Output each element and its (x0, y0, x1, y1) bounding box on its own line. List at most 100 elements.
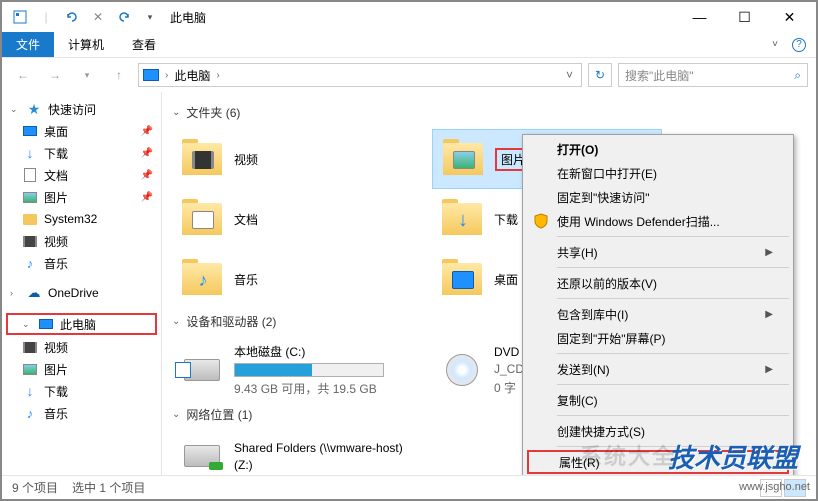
expand-icon[interactable]: ⌄ (22, 319, 32, 330)
music-icon: ♪ (22, 256, 38, 270)
chevron-down-icon: ⌄ (172, 107, 180, 118)
sidebar-label: 快速访问 (48, 101, 96, 118)
group-folders[interactable]: ⌄文件夹 (6) (172, 104, 816, 121)
network-sub: (Z:) (234, 458, 403, 472)
folder-icon: ↓ (440, 199, 484, 239)
menu-create-shortcut[interactable]: 创建快捷方式(S) (525, 419, 791, 443)
address-dropdown-icon[interactable]: ˅ (562, 68, 577, 82)
menu-defender-scan[interactable]: 使用 Windows Defender扫描... (525, 209, 791, 233)
menu-separator (557, 298, 789, 299)
sidebar-item-documents[interactable]: 文档📌 (2, 164, 161, 186)
network-label: Shared Folders (\\vmware-host) (234, 441, 403, 455)
cloud-icon: ☁ (26, 286, 42, 300)
quick-access-toolbar: | ✕ ▾ (6, 7, 160, 27)
sidebar-item-downloads[interactable]: ↓下载📌 (2, 142, 161, 164)
menu-pin-start[interactable]: 固定到"开始"屏幕(P) (525, 326, 791, 350)
drive-item-c[interactable]: 本地磁盘 (C:) 9.43 GB 可用，共 19.5 GB (172, 338, 402, 402)
music-icon: ♪ (22, 406, 38, 420)
drive-label: 本地磁盘 (C:) (234, 343, 384, 360)
sidebar-onedrive[interactable]: ›☁OneDrive (2, 282, 161, 304)
menu-separator (557, 353, 789, 354)
star-icon: ★ (26, 102, 42, 116)
drive-sub: J_CD (494, 362, 524, 376)
folder-icon (180, 199, 224, 239)
download-icon: ↓ (22, 146, 38, 160)
undo-icon[interactable] (62, 7, 82, 27)
view-tiles-button[interactable] (784, 479, 806, 497)
submenu-arrow-icon: ▶ (765, 309, 773, 320)
shield-icon (533, 213, 549, 229)
refresh-button[interactable]: ↻ (588, 63, 612, 87)
up-button[interactable]: ↑ (106, 62, 132, 88)
minimize-button[interactable]: — (677, 2, 722, 32)
recent-dropdown[interactable]: ▾ (74, 62, 100, 88)
chevron-down-icon: ⌄ (172, 409, 180, 420)
maximize-button[interactable]: ☐ (722, 2, 767, 32)
sidebar-item-videos[interactable]: 视频 (2, 336, 161, 358)
menu-send-to[interactable]: 发送到(N)▶ (525, 357, 791, 381)
breadcrumb[interactable]: 此电脑 (174, 67, 210, 84)
view-details-button[interactable] (760, 479, 782, 497)
sidebar-item-desktop[interactable]: 桌面📌 (2, 120, 161, 142)
expand-icon[interactable]: ⌄ (10, 104, 20, 115)
ribbon-expand-icon[interactable]: ˅ (772, 39, 778, 50)
menu-separator (557, 236, 789, 237)
close-button[interactable]: ✕ (767, 2, 812, 32)
sidebar-item-music[interactable]: ♪音乐 (2, 252, 161, 274)
picture-icon (23, 192, 37, 203)
tab-computer[interactable]: 计算机 (54, 32, 118, 57)
sidebar-item-pictures[interactable]: 图片📌 (2, 186, 161, 208)
redo-icon[interactable]: ✕ (88, 7, 108, 27)
menu-open-new-window[interactable]: 在新窗口中打开(E) (525, 161, 791, 185)
tab-file[interactable]: 文件 (2, 32, 54, 57)
video-icon (23, 236, 37, 247)
sidebar-item-downloads[interactable]: ↓下载 (2, 380, 161, 402)
status-bar: 9 个项目 选中 1 个项目 (2, 475, 816, 499)
folder-icon (180, 139, 224, 179)
folder-item-videos[interactable]: 视频 (172, 129, 402, 189)
expand-icon[interactable]: › (10, 288, 20, 298)
menu-separator (557, 446, 789, 447)
menu-open[interactable]: 打开(O) (525, 137, 791, 161)
help-icon[interactable]: ? (792, 38, 806, 52)
search-input[interactable]: 搜索"此电脑" ⌕ (618, 63, 808, 87)
sidebar-item-music[interactable]: ♪音乐 (2, 402, 161, 424)
chevron-right-icon[interactable]: › (216, 70, 219, 81)
pin-icon: 📌 (141, 170, 153, 181)
qat-dropdown-icon[interactable]: ▾ (140, 7, 160, 27)
divider-icon: | (36, 7, 56, 27)
titlebar: | ✕ ▾ 此电脑 — ☐ ✕ (2, 2, 816, 32)
forward-button[interactable]: → (42, 62, 68, 88)
chevron-right-icon[interactable]: › (165, 70, 168, 81)
window-controls: — ☐ ✕ (677, 2, 812, 32)
menu-separator (557, 267, 789, 268)
ribbon: 文件 计算机 查看 ˅ ? (2, 32, 816, 58)
sidebar-item-system32[interactable]: System32 (2, 208, 161, 230)
menu-separator (557, 415, 789, 416)
navigation-pane: ⌄ ★ 快速访问 桌面📌 ↓下载📌 文档📌 图片📌 System32 视频 ♪音… (2, 92, 162, 478)
sidebar-quick-access[interactable]: ⌄ ★ 快速访问 (2, 98, 161, 120)
folder-item-documents[interactable]: 文档 (172, 189, 402, 249)
network-item[interactable]: Shared Folders (\\vmware-host) (Z:) (172, 431, 432, 478)
back-button[interactable]: ← (10, 62, 36, 88)
menu-pin-quick-access[interactable]: 固定到"快速访问" (525, 185, 791, 209)
address-bar-row: ← → ▾ ↑ › 此电脑 › ˅ ↻ 搜索"此电脑" ⌕ (2, 58, 816, 92)
menu-restore-versions[interactable]: 还原以前的版本(V) (525, 271, 791, 295)
tab-view[interactable]: 查看 (118, 32, 170, 57)
folder-item-music[interactable]: ♪音乐 (172, 249, 402, 309)
menu-share[interactable]: 共享(H)▶ (525, 240, 791, 264)
sidebar-item-videos[interactable]: 视频 (2, 230, 161, 252)
menu-copy[interactable]: 复制(C) (525, 388, 791, 412)
sidebar-this-pc[interactable]: ⌄此电脑 (6, 313, 157, 335)
hdd-icon (180, 350, 224, 390)
redo-arrow-icon[interactable] (114, 7, 134, 27)
menu-properties[interactable]: 属性(R) (527, 450, 789, 474)
folder-icon (441, 139, 485, 179)
menu-include-library[interactable]: 包含到库中(I)▶ (525, 302, 791, 326)
search-placeholder: 搜索"此电脑" (625, 67, 694, 84)
properties-icon[interactable] (10, 7, 30, 27)
drive-label: DVD (494, 345, 524, 359)
window-title: 此电脑 (170, 9, 206, 26)
sidebar-item-pictures[interactable]: 图片 (2, 358, 161, 380)
address-bar[interactable]: › 此电脑 › ˅ (138, 63, 582, 87)
